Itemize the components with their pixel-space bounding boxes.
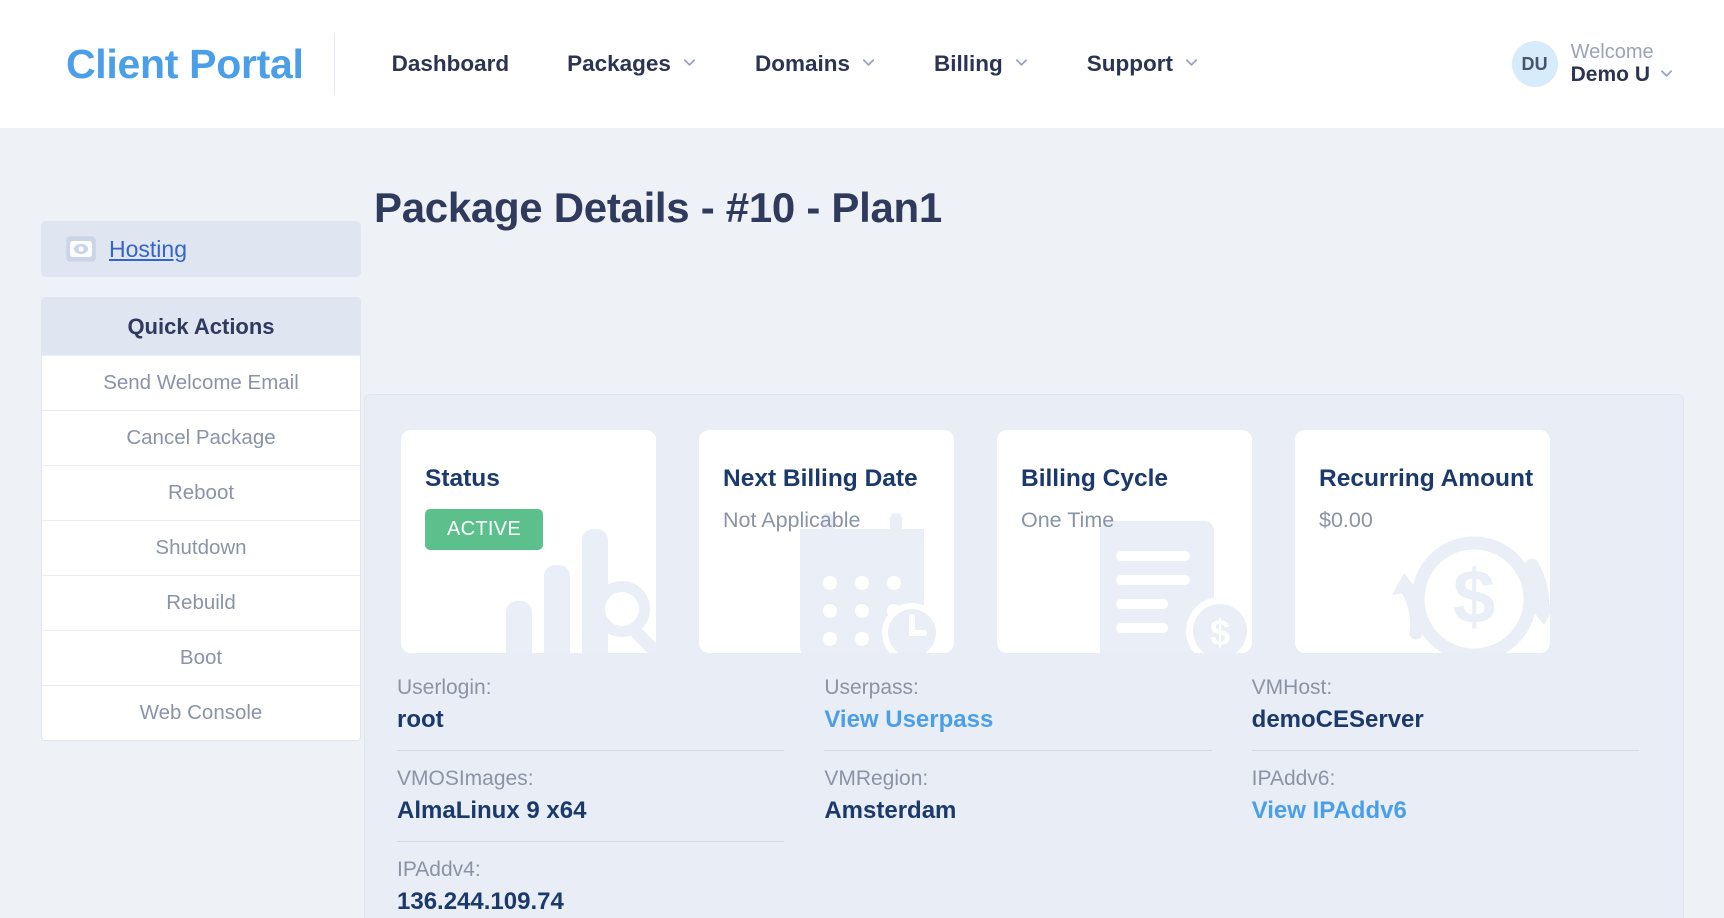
recurring-amount-card: Recurring Amount $0.00 $: [1295, 430, 1550, 653]
chevron-down-icon: [1184, 55, 1199, 70]
detail-userpass: Userpass: View Userpass: [824, 660, 1212, 751]
detail-empty-2: [1252, 842, 1639, 918]
chevron-down-icon: [1014, 55, 1029, 70]
nav-item-support[interactable]: Support: [1058, 51, 1228, 77]
details-grid: Userlogin: root Userpass: View Userpass …: [365, 660, 1683, 918]
avatar: DU: [1511, 41, 1558, 87]
user-name-row: Demo U: [1571, 63, 1674, 87]
chevron-down-icon: [682, 55, 697, 70]
detail-label: Userpass:: [824, 676, 919, 699]
nav-label: Support: [1086, 51, 1173, 76]
quick-action-web-console[interactable]: Web Console: [42, 685, 360, 740]
status-badge[interactable]: ACTIVE: [425, 509, 544, 550]
main-navigation: Dashboard Packages Domains Billing Suppo…: [363, 51, 1228, 77]
detail-label: VMOSImages:: [397, 767, 534, 790]
welcome-label: Welcome: [1570, 41, 1654, 64]
status-card-title: Status: [425, 465, 500, 492]
detail-value: root: [397, 706, 444, 733]
view-ipaddv6-link[interactable]: View IPAddv6: [1252, 797, 1639, 825]
user-name: Demo U: [1570, 63, 1650, 87]
user-menu[interactable]: DU Welcome Demo U: [1511, 41, 1680, 87]
detail-vmosimages: VMOSImages: AlmaLinux 9 x64: [397, 751, 785, 842]
quick-actions-title: Quick Actions: [42, 298, 360, 355]
nav-item-dashboard[interactable]: Dashboard: [363, 51, 539, 77]
detail-ipaddv4: IPAddv4: 136.244.109.74: [397, 842, 784, 918]
svg-text:$: $: [1453, 555, 1495, 640]
detail-value: 136.244.109.74: [397, 888, 564, 915]
quick-action-send-welcome-email[interactable]: Send Welcome Email: [42, 355, 360, 410]
quick-action-rebuild[interactable]: Rebuild: [42, 575, 360, 630]
next-billing-date-value: Not Applicable: [723, 508, 861, 532]
billing-cycle-card: Billing Cycle One Time $: [997, 430, 1252, 653]
detail-vmregion: VMRegion: Amsterdam: [824, 751, 1211, 842]
monitor-view-icon: [65, 235, 97, 263]
next-billing-date-card: Next Billing Date Not Applicable: [699, 430, 954, 653]
quick-action-shutdown[interactable]: Shutdown: [42, 520, 360, 575]
detail-label: VMRegion:: [824, 767, 929, 790]
nav-label: Packages: [567, 51, 671, 76]
next-billing-date-title: Next Billing Date: [723, 465, 918, 492]
chevron-down-icon: [861, 55, 876, 70]
detail-value: AlmaLinux 9 x64: [397, 797, 587, 824]
quick-actions-card: Quick Actions Send Welcome Email Cancel …: [41, 297, 361, 741]
brand-divider: [333, 33, 335, 95]
page-body: Package Details - #10 - Plan1 Hosting Qu…: [0, 128, 1724, 918]
detail-label: IPAddv6:: [1251, 767, 1336, 790]
top-navbar: Client Portal Dashboard Packages Domains…: [0, 0, 1724, 128]
quick-action-cancel-package[interactable]: Cancel Package: [42, 410, 360, 465]
nav-item-packages[interactable]: Packages: [538, 51, 726, 77]
svg-text:$: $: [1210, 612, 1230, 653]
sidebar: Hosting Quick Actions Send Welcome Email…: [41, 221, 361, 741]
status-card: Status ACTIVE: [401, 430, 656, 653]
quick-action-boot[interactable]: Boot: [42, 630, 360, 685]
detail-ipaddv6: IPAddv6: View IPAddv6: [1252, 751, 1639, 842]
detail-value: Amsterdam: [824, 797, 957, 824]
hosting-link-label: Hosting: [109, 235, 187, 262]
nav-item-billing[interactable]: Billing: [905, 51, 1058, 77]
page-title: Package Details - #10 - Plan1: [374, 184, 942, 231]
detail-label: IPAddv4:: [397, 858, 481, 881]
user-text: Welcome Demo U: [1571, 41, 1674, 87]
view-userpass-link[interactable]: View Userpass: [824, 706, 1211, 734]
recurring-amount-value: $0.00: [1319, 508, 1373, 532]
detail-empty-1: [824, 842, 1211, 918]
stat-cards: Status ACTIVE Next Billing Date Not Appl…: [401, 430, 1550, 653]
nav-item-domains[interactable]: Domains: [726, 51, 905, 77]
quick-action-reboot[interactable]: Reboot: [42, 465, 360, 520]
package-details-panel: Status ACTIVE Next Billing Date Not Appl…: [364, 394, 1684, 918]
detail-value: demoCEServer: [1251, 706, 1424, 733]
brand-logo[interactable]: Client Portal: [66, 41, 304, 88]
detail-vmhost: VMHost: demoCEServer: [1251, 660, 1639, 751]
billing-cycle-title: Billing Cycle: [1021, 465, 1169, 492]
nav-label: Dashboard: [391, 51, 510, 76]
detail-userlogin: Userlogin: root: [397, 660, 785, 751]
chevron-down-icon: [1659, 66, 1674, 81]
billing-cycle-value: One Time: [1021, 508, 1115, 532]
detail-label: VMHost:: [1251, 676, 1333, 699]
sidebar-item-hosting[interactable]: Hosting: [41, 221, 361, 277]
nav-label: Domains: [754, 51, 850, 76]
nav-label: Billing: [933, 51, 1003, 76]
detail-label: Userlogin:: [397, 676, 492, 699]
recurring-amount-title: Recurring Amount: [1319, 465, 1534, 492]
